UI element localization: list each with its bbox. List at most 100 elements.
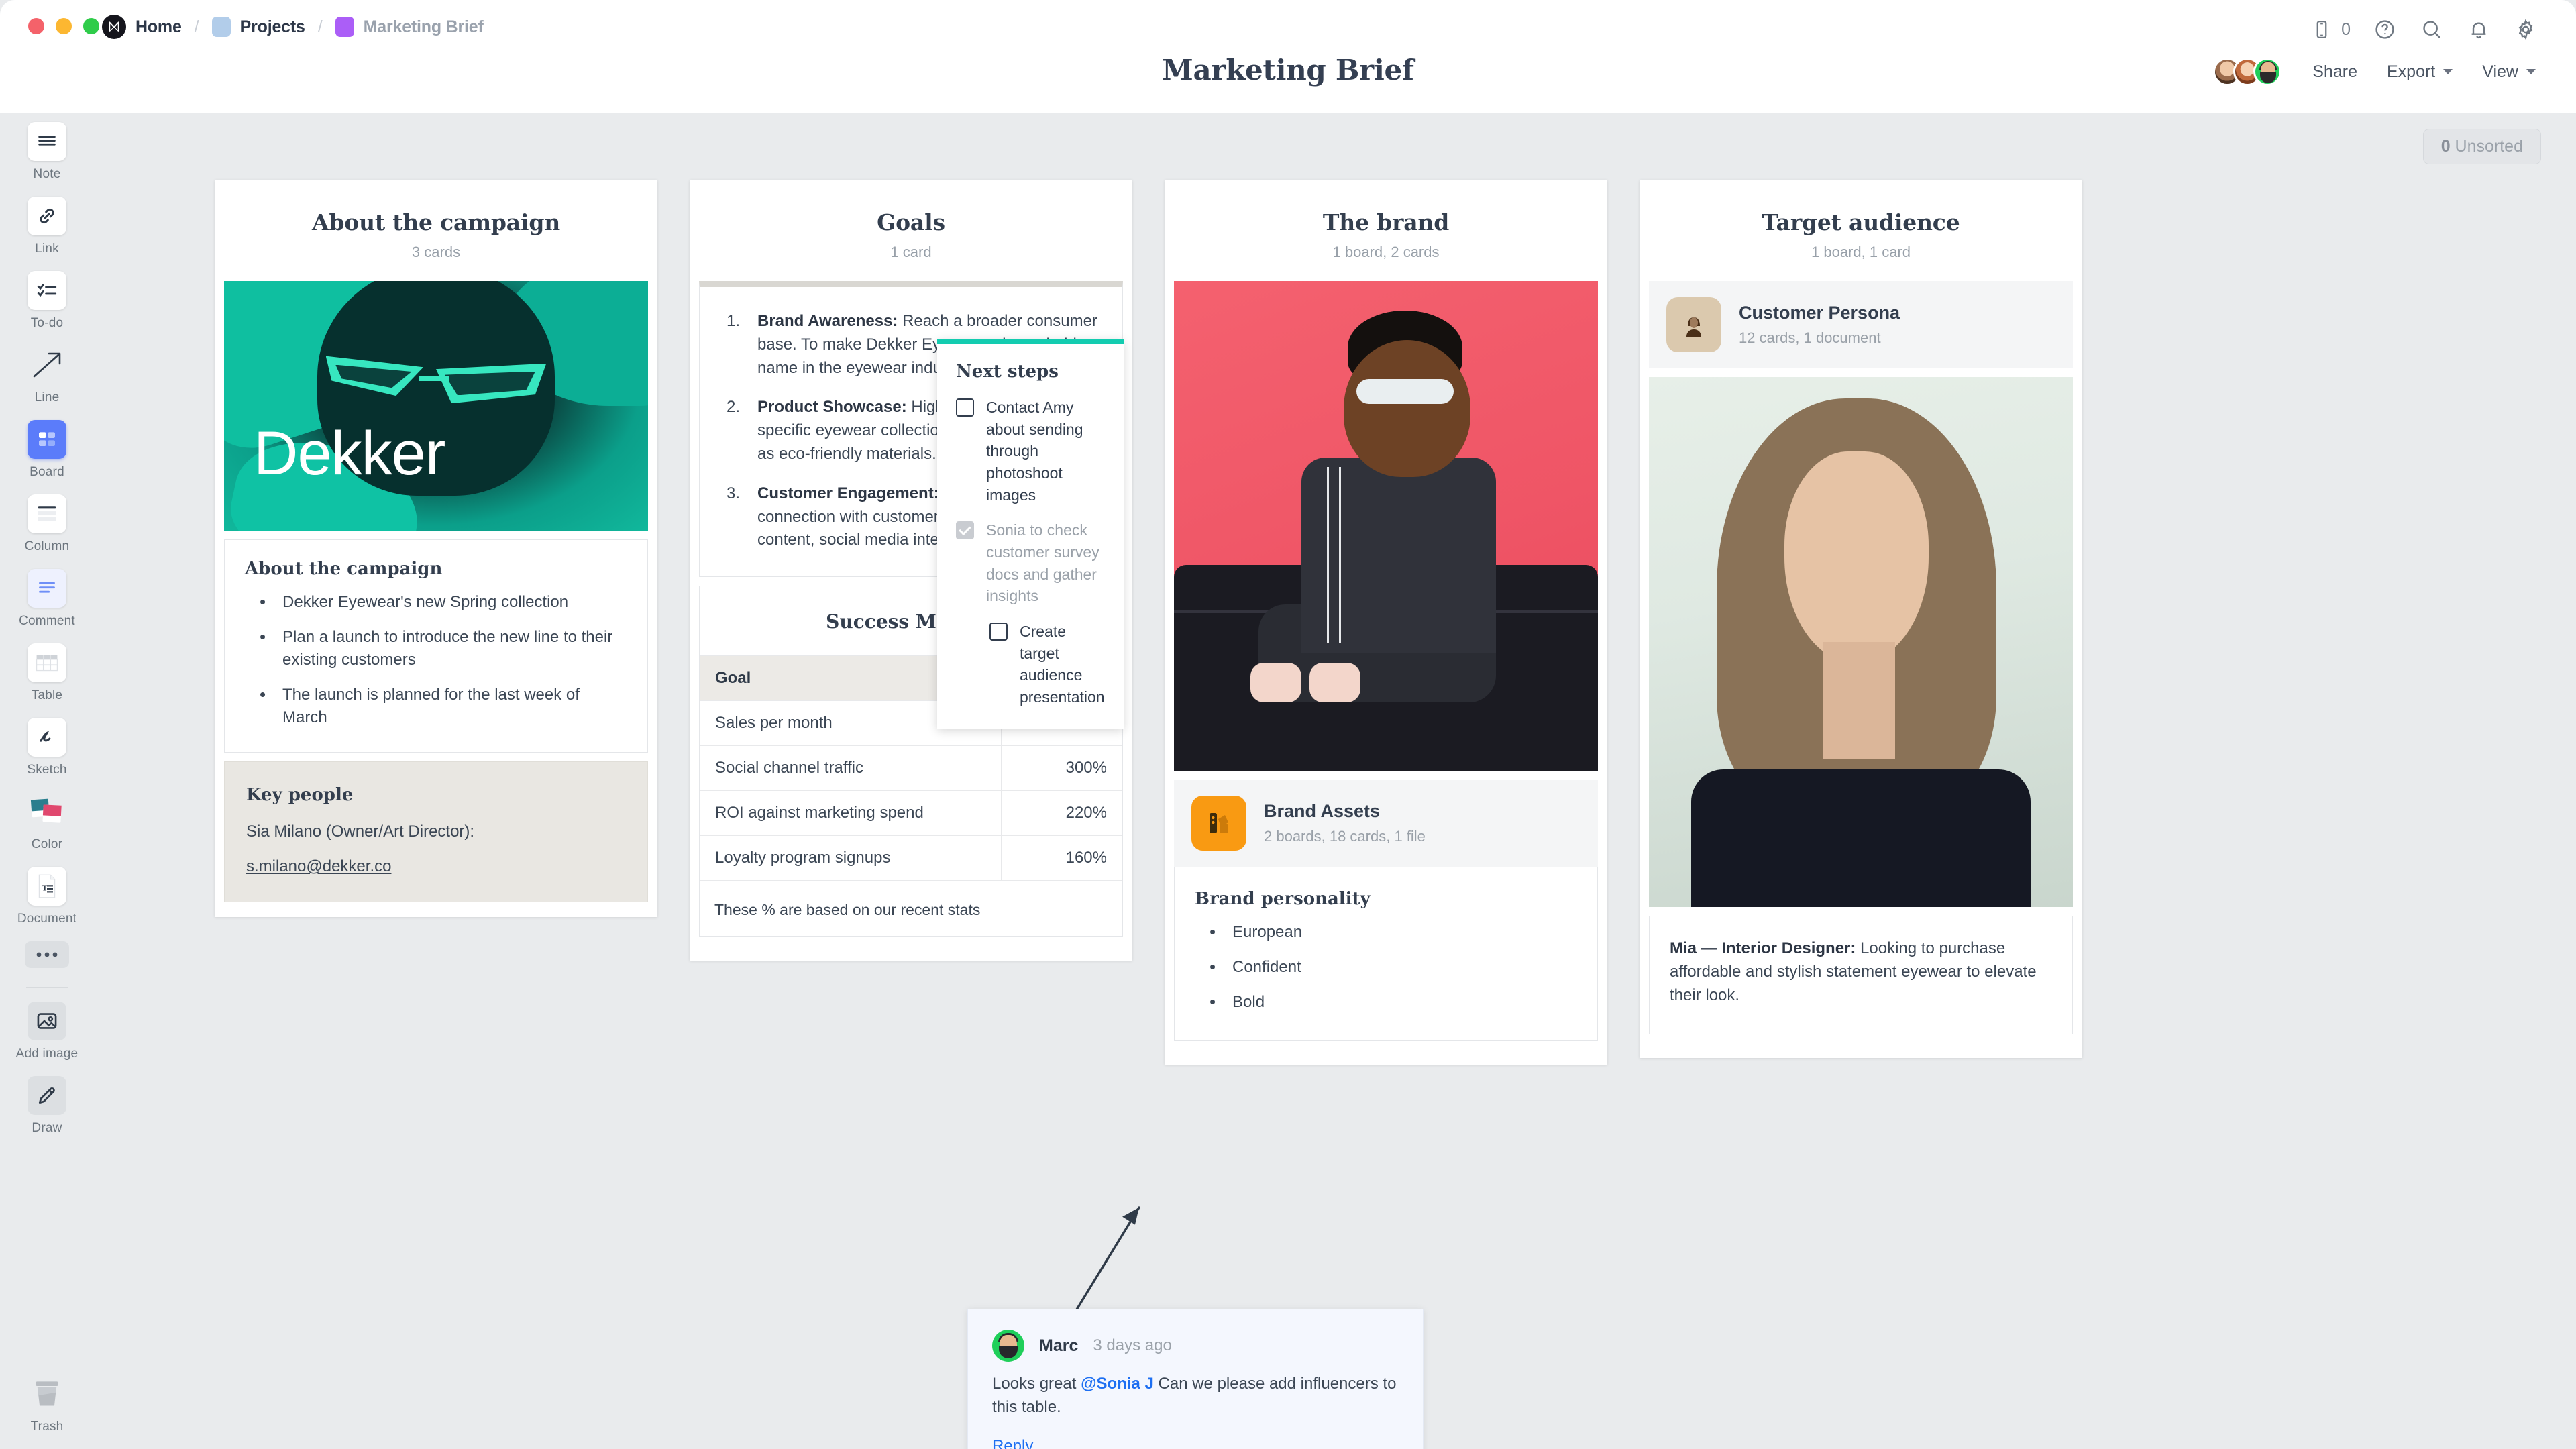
sidebar-tool-note[interactable]: Note: [0, 122, 94, 182]
draw-pencil-icon: [28, 1076, 66, 1115]
close-window-button[interactable]: [28, 18, 44, 34]
sidebar-tool-document[interactable]: T Document: [0, 867, 94, 926]
sidebar-divider: [26, 987, 68, 988]
avatar[interactable]: [2253, 58, 2282, 86]
brand-assets-meta: 2 boards, 18 cards, 1 file: [1264, 828, 1426, 845]
list-item: Plan a launch to introduce the new line …: [245, 625, 627, 672]
export-label: Export: [2386, 62, 2436, 81]
key-people-email-link[interactable]: s.milano@dekker.co: [246, 857, 391, 875]
sidebar-tool-label: To-do: [30, 316, 64, 330]
cell-increase: 300%: [1001, 745, 1122, 792]
milanote-logo-icon: [102, 15, 126, 39]
sidebar-tool-line[interactable]: Line: [0, 345, 94, 405]
next-steps-item[interactable]: Create target audience presentation: [956, 621, 1105, 708]
table-row: ROI against marketing spend 220%: [699, 790, 1122, 837]
card-heading: Brand personality: [1195, 889, 1371, 909]
sidebar-tool-label: Link: [35, 241, 59, 256]
sidebar-tool-column[interactable]: Column: [0, 494, 94, 554]
settings-gear-icon[interactable]: [2502, 12, 2549, 47]
sidebar-tool-comment[interactable]: Comment: [0, 569, 94, 629]
share-button[interactable]: Share: [2298, 58, 2372, 86]
note-icon: [28, 122, 66, 161]
sidebar-tool-label: Document: [17, 912, 77, 926]
maximize-window-button[interactable]: [83, 18, 99, 34]
breadcrumb-separator: /: [317, 17, 323, 36]
comment-icon: [28, 569, 66, 608]
sidebar-tool-draw[interactable]: Draw: [0, 1076, 94, 1136]
card-target-audience-image[interactable]: [1649, 377, 2073, 907]
sidebar-tool-sketch[interactable]: Sketch: [0, 718, 94, 777]
export-button[interactable]: Export: [2372, 58, 2467, 86]
sidebar-tool-table[interactable]: Table: [0, 643, 94, 703]
key-people-person: Sia Milano (Owner/Art Director):: [246, 822, 475, 841]
column-header: Goals 1 card: [690, 180, 1132, 281]
sidebar-tool-board[interactable]: Board: [0, 420, 94, 480]
column-about-the-campaign[interactable]: About the campaign 3 cards Dekker About …: [215, 180, 657, 918]
column-header: Target audience 1 board, 1 card: [1640, 180, 2082, 281]
help-icon[interactable]: [2361, 12, 2408, 47]
sidebar-tool-add-image[interactable]: Add image: [0, 1002, 94, 1061]
breadcrumb-label-home: Home: [136, 17, 182, 36]
person-board-icon: [1666, 297, 1721, 352]
checkbox-unchecked-icon[interactable]: [956, 398, 974, 417]
card-customer-persona[interactable]: Customer Persona 12 cards, 1 document: [1649, 281, 2073, 368]
list-item: Bold: [1195, 989, 1577, 1014]
window-traffic-lights[interactable]: [28, 18, 99, 34]
sidebar-tool-todo[interactable]: To-do: [0, 271, 94, 331]
card-campaign-image[interactable]: Dekker: [224, 281, 648, 531]
column-the-brand[interactable]: The brand 1 board, 2 cards Brand Assets …: [1165, 180, 1607, 1065]
unsorted-badge[interactable]: 0 Unsorted: [2422, 129, 2541, 164]
cell-goal: ROI against marketing spend: [699, 790, 1002, 837]
mia-lead: Mia — Interior Designer:: [1670, 939, 1856, 957]
comment-text-before: Looks great: [992, 1375, 1081, 1393]
chevron-down-icon: [2443, 69, 2453, 74]
sidebar-tool-color[interactable]: Color: [0, 792, 94, 852]
chevron-down-icon: [2526, 69, 2536, 74]
view-button[interactable]: View: [2467, 58, 2551, 86]
column-subtitle: 1 board, 2 cards: [1332, 244, 1440, 260]
sidebar-tool-link[interactable]: Link: [0, 197, 94, 256]
card-key-people[interactable]: Key people Sia Milano (Owner/Art Directo…: [224, 761, 648, 903]
next-steps-item[interactable]: Sonia to check customer survey docs and …: [956, 519, 1105, 607]
sketch-icon: [28, 718, 66, 757]
search-icon[interactable]: [2408, 12, 2455, 47]
campaign-bullet-list: Dekker Eyewear's new Spring collection P…: [245, 590, 627, 729]
board-canvas[interactable]: 0 Unsorted About the campaign 3 cards De…: [94, 113, 2576, 1449]
comment-reply-link[interactable]: Reply: [992, 1437, 1399, 1449]
target-audience-photo: [1649, 377, 2073, 907]
card-brand-assets[interactable]: Brand Assets 2 boards, 18 cards, 1 file: [1174, 780, 1598, 867]
list-item: Confident: [1195, 955, 1577, 979]
next-steps-item[interactable]: Contact Amy about sending through photos…: [956, 396, 1105, 506]
sidebar-trash[interactable]: Trash: [0, 1375, 94, 1434]
breadcrumb: Home / Projects / Marketing Brief: [102, 12, 484, 42]
breadcrumb-item-marketing-brief[interactable]: Marketing Brief: [335, 17, 484, 37]
mobile-preview-icon[interactable]: [2298, 12, 2345, 47]
card-brand-personality[interactable]: Brand personality European Confident Bol…: [1174, 867, 1598, 1042]
sidebar-tool-label: Add image: [15, 1046, 78, 1061]
cell-goal: Loyalty program signups: [699, 835, 1002, 881]
checkbox-checked-icon[interactable]: [956, 521, 974, 540]
checkbox-unchecked-icon[interactable]: [989, 622, 1008, 641]
card-mia-persona-note[interactable]: Mia — Interior Designer: Looking to purc…: [1649, 916, 2073, 1035]
sidebar-tool-more[interactable]: [0, 941, 94, 968]
card-about-the-campaign[interactable]: About the campaign Dekker Eyewear's new …: [224, 539, 648, 753]
notifications-icon[interactable]: [2455, 12, 2502, 47]
comment-card[interactable]: Marc 3 days ago Looks great @Sonia J Can…: [967, 1309, 1424, 1449]
color-swatch-icon: [28, 792, 66, 831]
breadcrumb-separator: /: [194, 17, 199, 36]
comment-mention[interactable]: @Sonia J: [1081, 1375, 1154, 1393]
minimize-window-button[interactable]: [56, 18, 72, 34]
dekker-wordmark: Dekker: [254, 419, 445, 488]
collaborator-avatars[interactable]: [2213, 58, 2282, 86]
sidebar-tool-label: Draw: [32, 1121, 62, 1135]
column-target-audience[interactable]: Target audience 1 board, 1 card Customer…: [937, 180, 2082, 1059]
key-people-heading: Key people: [246, 785, 354, 806]
unsorted-count: 0: [2440, 137, 2451, 156]
breadcrumb-item-projects[interactable]: Projects: [211, 17, 305, 37]
breadcrumb-label-projects: Projects: [239, 17, 305, 36]
breadcrumb-item-home[interactable]: Home: [102, 15, 182, 39]
card-brand-image[interactable]: [1174, 281, 1598, 771]
link-icon: [28, 197, 66, 235]
next-steps-popup[interactable]: Next steps Contact Amy about sending thr…: [937, 339, 1124, 729]
view-label: View: [2482, 62, 2518, 81]
